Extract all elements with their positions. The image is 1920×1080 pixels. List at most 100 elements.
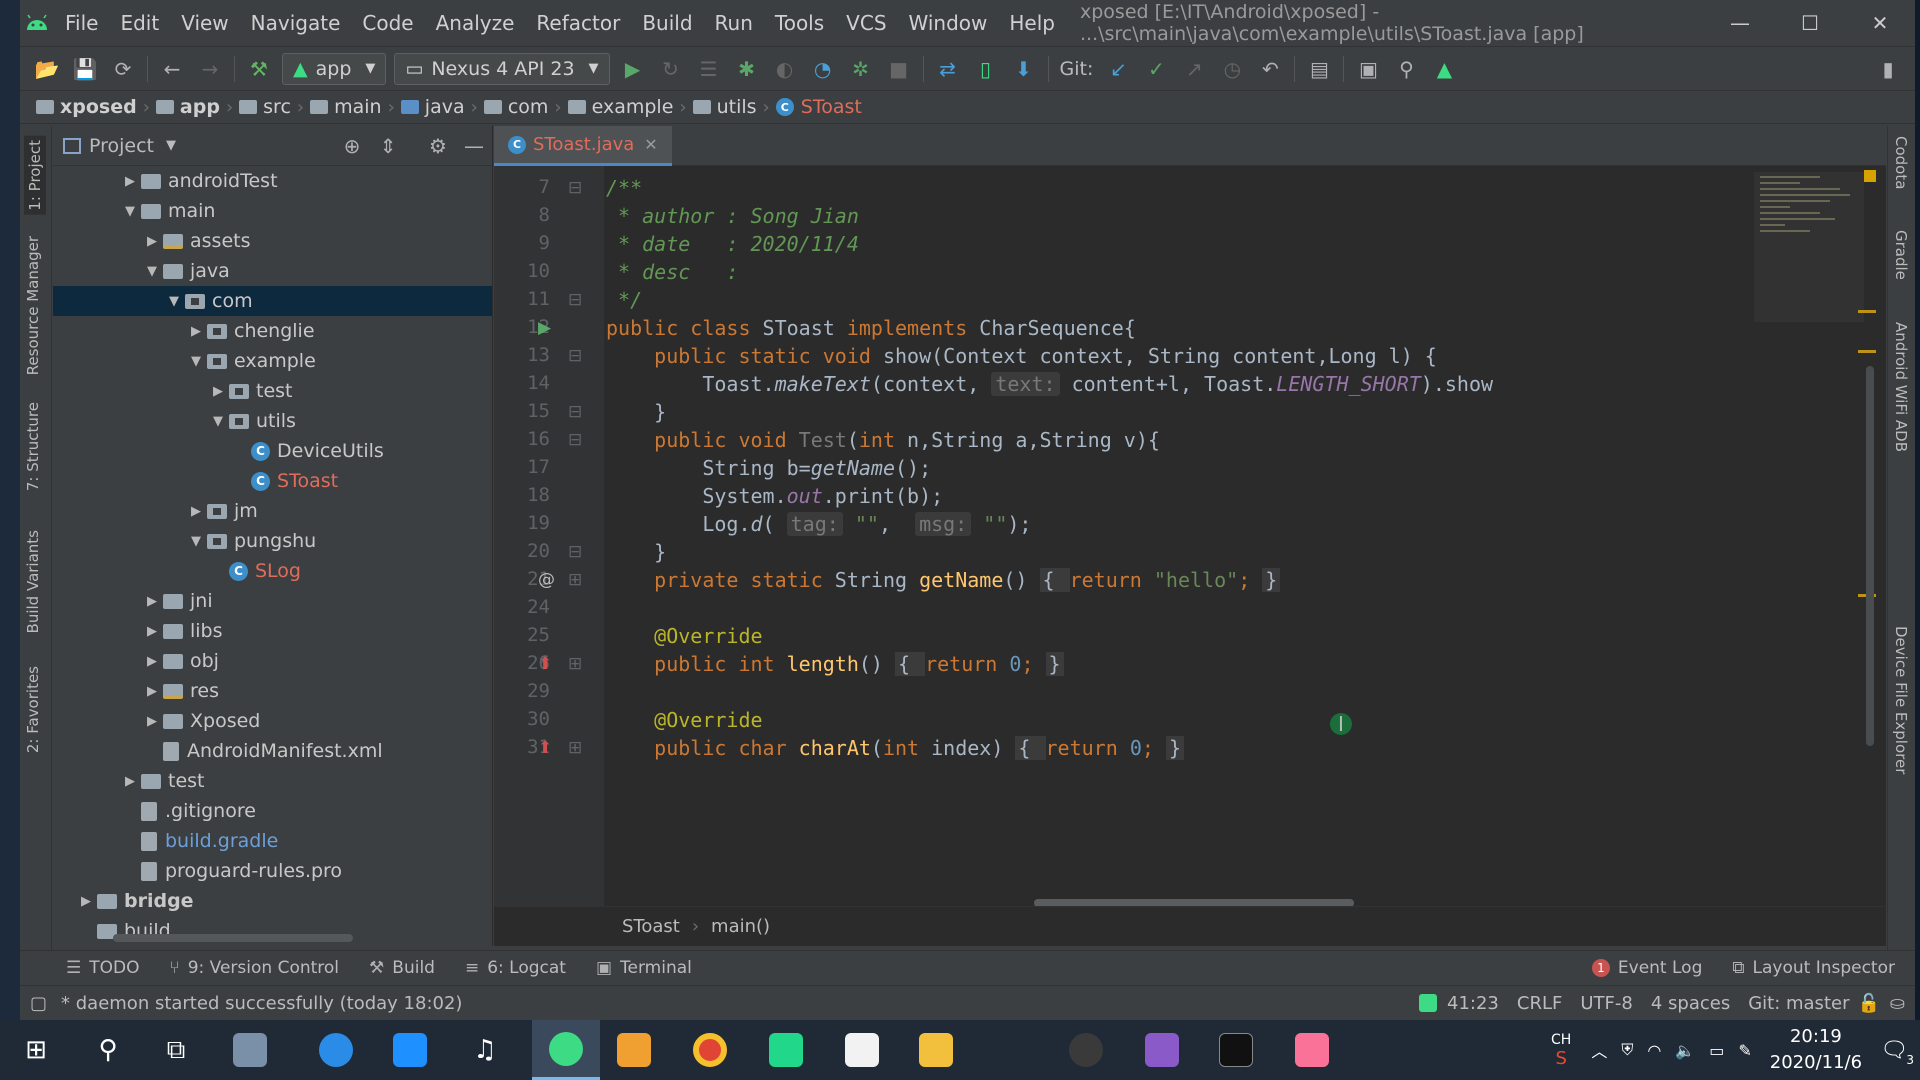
menu-run[interactable]: Run (704, 11, 764, 35)
collapsed-arrow-icon[interactable]: ▶ (141, 654, 163, 669)
bilibili-icon[interactable] (1282, 1020, 1342, 1080)
tree-horizontal-scrollbar[interactable] (113, 934, 353, 942)
back-arrow-icon[interactable]: ← (153, 50, 191, 88)
chevron-down-icon[interactable]: ▼ (166, 138, 176, 153)
collapsed-arrow-icon[interactable]: ▶ (119, 174, 141, 189)
tool-project[interactable]: 1: Project (24, 136, 46, 215)
user-account-icon[interactable]: ▮ (1869, 50, 1907, 88)
close-tab-icon[interactable]: ✕ (644, 135, 657, 154)
git-branch[interactable]: Git: master (1748, 993, 1849, 1014)
apply-code-changes-icon[interactable]: ☰ (690, 50, 728, 88)
hammer-build-icon[interactable]: ⚒ (240, 50, 278, 88)
debug-icon[interactable]: ✱ (728, 50, 766, 88)
run-gutter-icon[interactable]: ▶ (538, 318, 551, 338)
crumb-main[interactable]: main (310, 96, 382, 118)
collapsed-arrow-icon[interactable]: ▶ (185, 504, 207, 519)
fold-icon[interactable]: ⊟ (568, 290, 582, 310)
close-icon[interactable]: ✕ (1845, 11, 1915, 35)
crumb-xposed[interactable]: xposed (36, 96, 137, 118)
terminal-window-icon[interactable]: ▣ (1349, 50, 1387, 88)
android-assistant-icon[interactable]: ▲ (1425, 50, 1463, 88)
tool-build-variants[interactable]: Build Variants (24, 530, 42, 633)
apply-changes-icon[interactable]: ↻ (652, 50, 690, 88)
minimize-icon[interactable]: — (1705, 11, 1775, 35)
tree-item[interactable]: proguard-rules.pro (53, 856, 492, 886)
app-icon-3[interactable] (380, 1020, 440, 1080)
override-gutter-icon[interactable]: ⬆ (538, 738, 552, 758)
gradle-sync-icon[interactable]: ⇄ (929, 50, 967, 88)
tree-item[interactable]: ▶ assets (53, 226, 492, 256)
expanded-arrow-icon[interactable]: ▼ (141, 264, 163, 279)
tree-item[interactable]: ▼ example (53, 346, 492, 376)
ime-indicator[interactable]: CH (1551, 1032, 1571, 1048)
git-history-icon[interactable]: ◷ (1213, 50, 1251, 88)
menu-analyze[interactable]: Analyze (425, 11, 526, 35)
app-icon-2[interactable] (306, 1020, 366, 1080)
expanded-arrow-icon[interactable]: ▼ (207, 414, 229, 429)
winrar-icon[interactable] (1132, 1020, 1192, 1080)
fold-icon[interactable]: ⊞ (568, 738, 582, 758)
editor-crumb-class[interactable]: SToast (622, 916, 680, 937)
menu-help[interactable]: Help (998, 11, 1066, 35)
git-update-icon[interactable]: ↙ (1099, 50, 1137, 88)
tree-item[interactable]: ▶ Xposed (53, 706, 492, 736)
inspection-status-icon[interactable] (1864, 170, 1876, 182)
tree-item[interactable]: ▼ java (53, 256, 492, 286)
sogou-ime-icon[interactable]: S (1555, 1048, 1566, 1069)
expanded-arrow-icon[interactable]: ▼ (119, 204, 141, 219)
fold-icon[interactable]: ⊟ (568, 178, 582, 198)
tool-logcat[interactable]: ≡ 6: Logcat (465, 958, 566, 978)
fold-icon[interactable]: ⊟ (568, 402, 582, 422)
volume-icon[interactable]: 🔈 (1675, 1041, 1695, 1060)
editor-vertical-scrollbar[interactable] (1866, 366, 1874, 746)
menu-navigate[interactable]: Navigate (240, 11, 352, 35)
menu-tools[interactable]: Tools (764, 11, 835, 35)
notification-center-icon[interactable]: 🗨 3 (1880, 1038, 1914, 1067)
tree-item[interactable]: ▼ utils (53, 406, 492, 436)
indent-setting[interactable]: 4 spaces (1651, 993, 1730, 1014)
collapsed-arrow-icon[interactable]: ▶ (207, 384, 229, 399)
file-explorer-icon[interactable] (906, 1020, 966, 1080)
tree-item[interactable]: ▼ main (53, 196, 492, 226)
crumb-src[interactable]: src (239, 96, 291, 118)
fold-icon[interactable]: ⊟ (568, 542, 582, 562)
tool-layout-inspector[interactable]: ⧉ Layout Inspector (1732, 958, 1895, 978)
sync-icon[interactable]: ⟳ (104, 50, 142, 88)
menu-file[interactable]: File (54, 11, 109, 35)
maximize-icon[interactable]: ☐ (1775, 11, 1845, 35)
tool-favorites[interactable]: 2: Favorites (24, 666, 42, 753)
pycharm-icon[interactable] (756, 1020, 816, 1080)
editor-crumb-method[interactable]: main() (711, 916, 770, 937)
tool-version-control[interactable]: ⑂ 9: Version Control (170, 958, 340, 978)
tree-item[interactable]: ▼ com (53, 286, 492, 316)
locate-icon[interactable]: ⊕ (334, 134, 370, 158)
attach-debugger-icon[interactable]: ✲ (842, 50, 880, 88)
android-status-icon[interactable] (1419, 994, 1438, 1012)
caret-position[interactable]: 41:23 (1447, 993, 1499, 1014)
clock[interactable]: 20:19 2020/11/6 (1770, 1024, 1862, 1076)
cmd-icon[interactable] (1206, 1020, 1266, 1080)
avd-manager-icon[interactable]: ▯ (967, 50, 1005, 88)
menu-build[interactable]: Build (631, 11, 703, 35)
fold-icon[interactable]: ⊟ (568, 430, 582, 450)
git-push-icon[interactable]: ↗ (1175, 50, 1213, 88)
crumb-utils[interactable]: utils (692, 96, 757, 118)
tool-structure[interactable]: 7: Structure (24, 402, 42, 491)
collapsed-arrow-icon[interactable]: ▶ (141, 684, 163, 699)
battery-icon[interactable]: ▭ (1709, 1041, 1724, 1060)
music-app-icon[interactable]: ♫ (455, 1020, 515, 1080)
pen-icon[interactable]: ✎ (1738, 1041, 1751, 1060)
crumb-example[interactable]: example (567, 96, 673, 118)
tree-item[interactable]: ▼ pungshu (53, 526, 492, 556)
collapsed-arrow-icon[interactable]: ▶ (119, 774, 141, 789)
tree-item[interactable]: ▶ test (53, 766, 492, 796)
collapsed-arrow-icon[interactable]: ▶ (185, 324, 207, 339)
fold-icon[interactable]: ⊞ (568, 570, 582, 590)
tree-item[interactable]: ▶ res (53, 676, 492, 706)
tool-resource-manager[interactable]: Resource Manager (24, 236, 42, 375)
menu-code[interactable]: Code (351, 11, 424, 35)
app-icon-1[interactable] (220, 1020, 280, 1080)
tree-item[interactable]: ▶ bridge (53, 886, 492, 916)
git-commit-icon[interactable]: ✓ (1137, 50, 1175, 88)
nox-emulator-icon[interactable] (1056, 1020, 1116, 1080)
